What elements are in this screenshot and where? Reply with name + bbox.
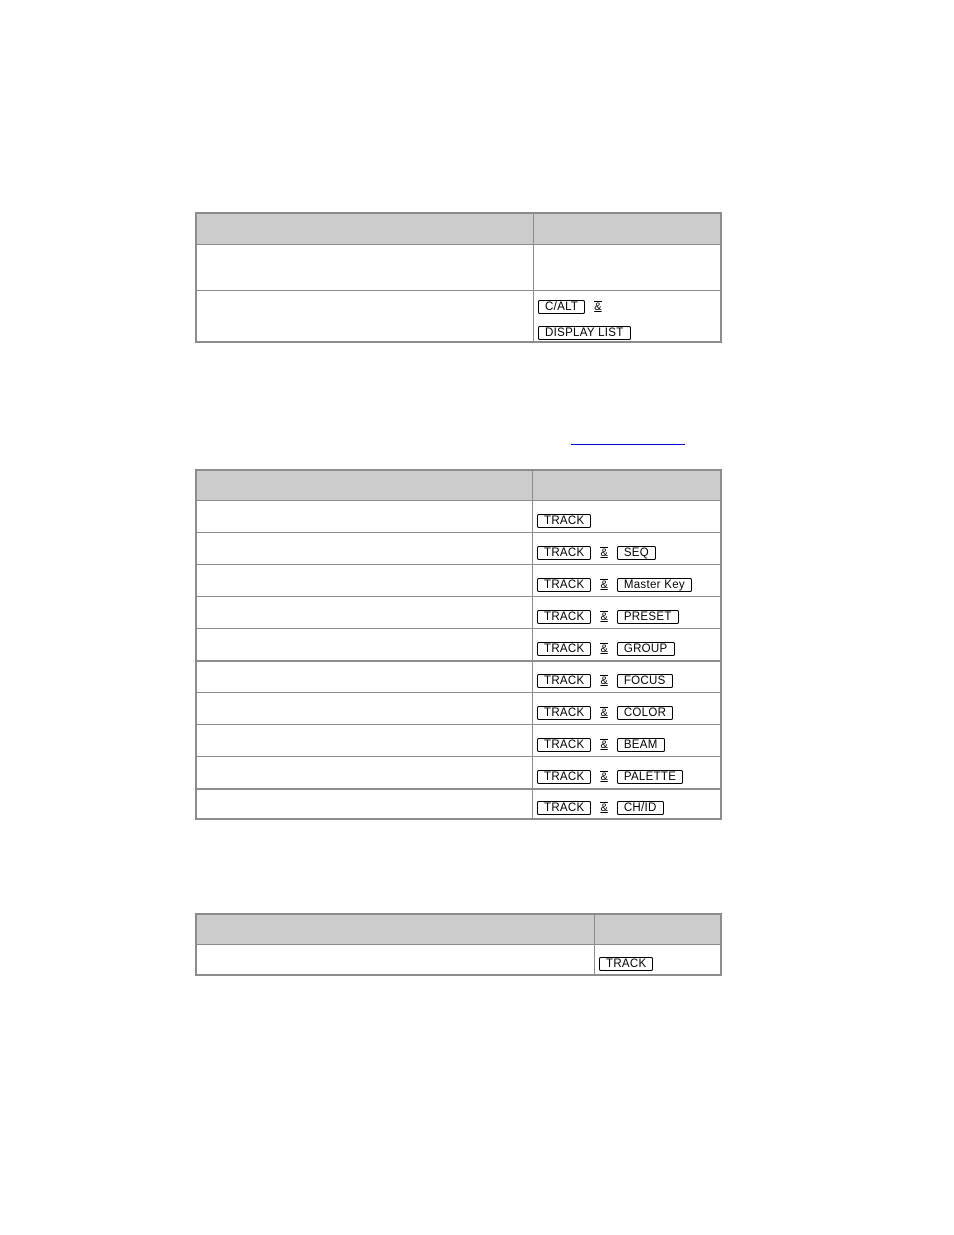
table-row: TRACK & CH/ID [197,788,720,818]
table-header [197,214,720,244]
header-cell-keys [595,915,720,944]
table-row: TRACK & FOCUS [197,660,720,692]
action-cell [197,757,533,788]
header-cell-action [197,214,534,244]
key-color: COLOR [616,705,674,720]
header-cell-keys [534,214,720,244]
action-cell [197,725,533,756]
key-track: TRACK [537,800,592,815]
key-beam: BEAM [616,737,665,752]
table-header [197,915,720,944]
keys-cell: TRACK & GROUP [533,629,720,660]
table-row: TRACK & SEQ [197,532,720,564]
key-track: TRACK [537,769,592,784]
header-cell-action [197,915,595,944]
key-track: TRACK [599,956,654,971]
keystroke-table-3: TRACK [195,913,722,976]
and-symbol: & [594,301,602,313]
key-c-alt: C/ALT [538,300,586,314]
table-row: TRACK [197,944,720,974]
key-group: GROUP [616,641,675,656]
table-row: TRACK & GROUP [197,628,720,660]
keystroke-table-1: C/ALT & DISPLAY LIST [195,212,722,343]
key-preset: PRESET [616,609,679,624]
keystroke-table-2: TRACK TRACK & SEQ TRACK & Master Key TRA… [195,469,722,820]
key-display-list: DISPLAY LIST [538,326,631,340]
key-focus: FOCUS [616,673,673,688]
key-track: TRACK [537,609,592,624]
key-seq: SEQ [616,545,657,560]
and-symbol: & [600,706,608,719]
header-cell-action [197,471,533,500]
action-cell [197,565,533,596]
and-symbol: & [600,578,608,591]
action-cell [197,245,534,290]
action-cell [197,693,533,724]
table-header [197,471,720,500]
table-row: C/ALT & DISPLAY LIST [197,290,720,341]
keys-cell: TRACK & COLOR [533,693,720,724]
table-row: TRACK & PRESET [197,596,720,628]
and-symbol: & [600,642,608,655]
keys-cell: TRACK & PALETTE [533,757,720,788]
and-symbol: & [600,770,608,783]
key-ch-id: CH/ID [616,800,664,815]
and-symbol: & [600,801,608,814]
table-row [197,244,720,290]
header-cell-keys [533,471,720,500]
action-cell [197,662,533,692]
key-track: TRACK [537,514,592,528]
table-row: TRACK & Master Key [197,564,720,596]
and-symbol: & [600,546,608,559]
keys-cell: C/ALT & DISPLAY LIST [534,291,720,341]
key-track: TRACK [537,705,592,720]
and-symbol: & [600,674,608,687]
and-symbol: & [600,738,608,751]
action-cell [197,291,534,341]
key-track: TRACK [537,737,592,752]
keys-cell: TRACK & Master Key [533,565,720,596]
key-master-key: Master Key [616,577,692,592]
keys-cell: TRACK & PRESET [533,597,720,628]
key-track: TRACK [537,641,592,656]
action-cell [197,597,533,628]
key-palette: PALETTE [616,769,684,784]
action-cell [197,533,533,564]
keys-cell [534,245,720,290]
table-row: TRACK & COLOR [197,692,720,724]
cross-reference-link[interactable] [571,444,685,445]
action-cell [197,501,533,532]
table-row: TRACK [197,500,720,532]
keys-cell: TRACK & CH/ID [533,790,720,818]
keys-cell: TRACK & SEQ [533,533,720,564]
table-row: TRACK & BEAM [197,724,720,756]
and-symbol: & [600,610,608,623]
table-row: TRACK & PALETTE [197,756,720,788]
keys-cell: TRACK [595,945,720,974]
keys-cell: TRACK [533,501,720,532]
key-track: TRACK [537,577,592,592]
action-cell [197,945,595,974]
key-track: TRACK [537,545,592,560]
keys-cell: TRACK & BEAM [533,725,720,756]
keys-cell: TRACK & FOCUS [533,662,720,692]
action-cell [197,790,533,818]
action-cell [197,629,533,660]
key-track: TRACK [537,673,592,688]
